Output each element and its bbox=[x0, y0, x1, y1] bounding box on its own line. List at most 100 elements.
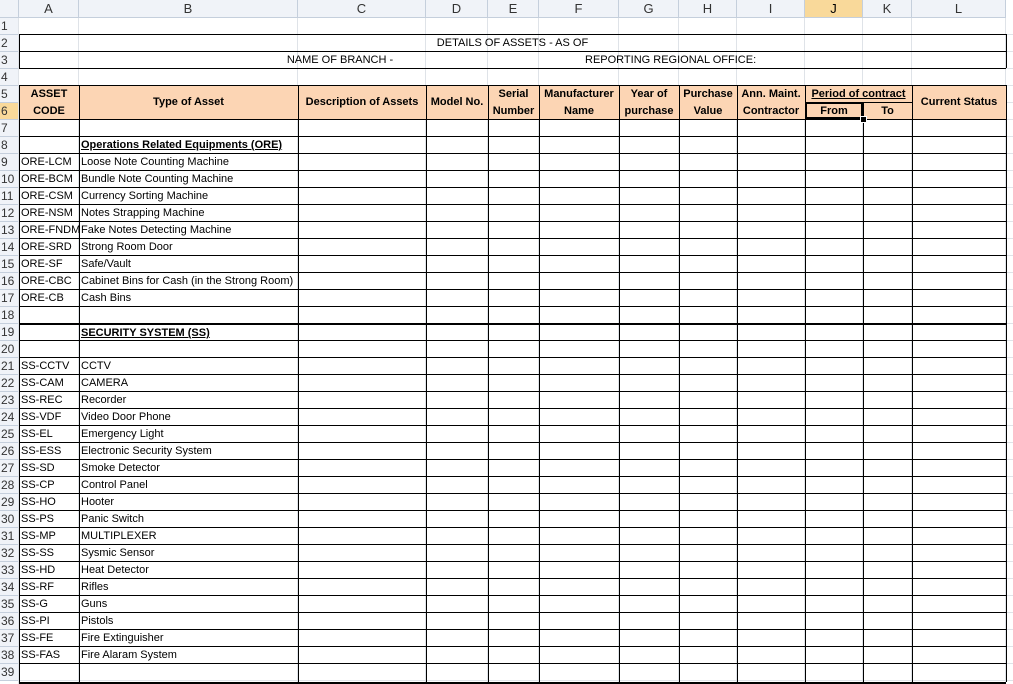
column-header-D[interactable]: D bbox=[426, 0, 488, 18]
asset-type-cell[interactable]: Safe/Vault bbox=[79, 256, 298, 272]
asset-code-cell[interactable]: ORE-FNDM bbox=[19, 222, 80, 238]
row-header-34[interactable]: 34 bbox=[0, 579, 19, 596]
asset-type-cell[interactable]: Electronic Security System bbox=[79, 443, 298, 459]
asset-type-cell[interactable]: Emergency Light bbox=[79, 426, 298, 442]
row-header-10[interactable]: 10 bbox=[0, 171, 19, 188]
asset-code-cell[interactable]: SS-MP bbox=[19, 528, 79, 544]
asset-code-cell[interactable]: SS-FAS bbox=[19, 647, 79, 663]
row-header-9[interactable]: 9 bbox=[0, 154, 19, 171]
row-header-14[interactable]: 14 bbox=[0, 239, 19, 256]
column-header-G[interactable]: G bbox=[619, 0, 679, 18]
row-header-1[interactable]: 1 bbox=[0, 18, 19, 35]
asset-code-cell[interactable]: SS-HO bbox=[19, 494, 79, 510]
row-header-2[interactable]: 2 bbox=[0, 35, 19, 52]
asset-code-cell[interactable]: SS-VDF bbox=[19, 409, 79, 425]
asset-type-cell[interactable]: Cash Bins bbox=[79, 290, 298, 306]
row-header-16[interactable]: 16 bbox=[0, 273, 19, 290]
active-cell-selection[interactable] bbox=[805, 102, 863, 119]
row-header-27[interactable]: 27 bbox=[0, 460, 19, 477]
asset-type-cell[interactable]: Fire Alaram System bbox=[79, 647, 298, 663]
column-header-L[interactable]: L bbox=[912, 0, 1006, 18]
header-serial-line1[interactable]: Serial bbox=[488, 86, 539, 102]
row-header-25[interactable]: 25 bbox=[0, 426, 19, 443]
asset-code-cell[interactable]: SS-SS bbox=[19, 545, 79, 561]
asset-code-cell[interactable]: SS-EL bbox=[19, 426, 79, 442]
asset-code-cell[interactable]: SS-CAM bbox=[19, 375, 79, 391]
row-header-4[interactable]: 4 bbox=[0, 69, 19, 86]
asset-type-cell[interactable]: Panic Switch bbox=[79, 511, 298, 527]
asset-type-cell[interactable]: Pistols bbox=[79, 613, 298, 629]
asset-code-cell[interactable]: ORE-BCM bbox=[19, 171, 79, 187]
row-header-15[interactable]: 15 bbox=[0, 256, 19, 273]
row-header-13[interactable]: 13 bbox=[0, 222, 19, 239]
row-header-6[interactable]: 6 bbox=[0, 103, 19, 120]
row-header-5[interactable]: 5 bbox=[0, 86, 19, 103]
row-header-12[interactable]: 12 bbox=[0, 205, 19, 222]
asset-type-cell[interactable]: Bundle Note Counting Machine bbox=[79, 171, 298, 187]
header-asset-code-line1[interactable]: ASSET bbox=[19, 86, 79, 102]
asset-code-cell[interactable]: ORE-CBC bbox=[19, 273, 79, 289]
asset-type-cell[interactable]: Video Door Phone bbox=[79, 409, 298, 425]
row-header-8[interactable]: 8 bbox=[0, 137, 19, 154]
asset-type-cell[interactable]: Guns bbox=[79, 596, 298, 612]
asset-code-cell[interactable]: ORE-CB bbox=[19, 290, 79, 306]
asset-code-cell[interactable]: SS-CP bbox=[19, 477, 79, 493]
asset-code-cell[interactable]: ORE-NSM bbox=[19, 205, 79, 221]
header-model-no[interactable]: Model No. bbox=[426, 94, 488, 110]
header-year-line2[interactable]: purchase bbox=[619, 103, 679, 119]
column-header-B[interactable]: B bbox=[79, 0, 298, 18]
header-description[interactable]: Description of Assets bbox=[298, 94, 426, 110]
header-serial-line2[interactable]: Number bbox=[488, 103, 539, 119]
column-header-J[interactable]: J bbox=[805, 0, 863, 18]
column-header-E[interactable]: E bbox=[488, 0, 539, 18]
section-ss-title[interactable]: SECURITY SYSTEM (SS) bbox=[79, 325, 298, 341]
row-header-33[interactable]: 33 bbox=[0, 562, 19, 579]
spreadsheet-grid[interactable]: ABCDEFGHIJKL 1 2 3 4 5 6 7 8 9 10 11 12 13 14 15 16 17 18… bbox=[0, 0, 1013, 684]
row-header-20[interactable]: 20 bbox=[0, 341, 19, 358]
row-header-3[interactable]: 3 bbox=[0, 52, 19, 69]
asset-type-cell[interactable]: Fake Notes Detecting Machine bbox=[79, 222, 298, 238]
row-header-31[interactable]: 31 bbox=[0, 528, 19, 545]
row-header-17[interactable]: 17 bbox=[0, 290, 19, 307]
asset-type-cell[interactable]: CCTV bbox=[79, 358, 298, 374]
asset-code-cell[interactable]: ORE-CSM bbox=[19, 188, 79, 204]
row-header-39[interactable]: 39 bbox=[0, 664, 19, 681]
header-manufacturer-line2[interactable]: Name bbox=[539, 103, 619, 119]
asset-type-cell[interactable]: Recorder bbox=[79, 392, 298, 408]
header-amc-line2[interactable]: Contractor bbox=[737, 103, 805, 119]
asset-type-cell[interactable]: MULTIPLEXER bbox=[79, 528, 298, 544]
regional-office-label[interactable]: REPORTING REGIONAL OFFICE: bbox=[583, 52, 803, 68]
column-header-K[interactable]: K bbox=[863, 0, 912, 18]
row-header-19[interactable]: 19 bbox=[0, 324, 19, 341]
header-amc-line1[interactable]: Ann. Maint. bbox=[737, 86, 805, 102]
row-header-37[interactable]: 37 bbox=[0, 630, 19, 647]
asset-type-cell[interactable]: Cabinet Bins for Cash (in the Strong Roo… bbox=[79, 273, 298, 289]
asset-code-cell[interactable]: SS-SD bbox=[19, 460, 79, 476]
header-year-line1[interactable]: Year of bbox=[619, 86, 679, 102]
column-header-H[interactable]: H bbox=[679, 0, 737, 18]
asset-code-cell[interactable]: SS-CCTV bbox=[19, 358, 79, 374]
row-header-38[interactable]: 38 bbox=[0, 647, 19, 664]
column-header-C[interactable]: C bbox=[298, 0, 426, 18]
column-header-F[interactable]: F bbox=[539, 0, 619, 18]
asset-type-cell[interactable]: Hooter bbox=[79, 494, 298, 510]
header-purchase-line1[interactable]: Purchase bbox=[679, 86, 737, 102]
header-current-status[interactable]: Current Status bbox=[912, 94, 1006, 110]
asset-code-cell[interactable]: SS-FE bbox=[19, 630, 79, 646]
asset-code-cell[interactable]: ORE-SRD bbox=[19, 239, 79, 255]
asset-code-cell[interactable]: SS-HD bbox=[19, 562, 79, 578]
row-header-22[interactable]: 22 bbox=[0, 375, 19, 392]
asset-code-cell[interactable]: SS-RF bbox=[19, 579, 79, 595]
select-all-corner[interactable] bbox=[0, 0, 19, 18]
row-header-28[interactable]: 28 bbox=[0, 477, 19, 494]
header-period-of-contract[interactable]: Period of contract bbox=[805, 86, 912, 102]
row-header-24[interactable]: 24 bbox=[0, 409, 19, 426]
row-header-21[interactable]: 21 bbox=[0, 358, 19, 375]
column-header-I[interactable]: I bbox=[737, 0, 805, 18]
asset-type-cell[interactable]: CAMERA bbox=[79, 375, 298, 391]
row-header-23[interactable]: 23 bbox=[0, 392, 19, 409]
asset-type-cell[interactable]: Strong Room Door bbox=[79, 239, 298, 255]
asset-type-cell[interactable]: Heat Detector bbox=[79, 562, 298, 578]
asset-type-cell[interactable]: Sysmic Sensor bbox=[79, 545, 298, 561]
asset-type-cell[interactable]: Rifles bbox=[79, 579, 298, 595]
